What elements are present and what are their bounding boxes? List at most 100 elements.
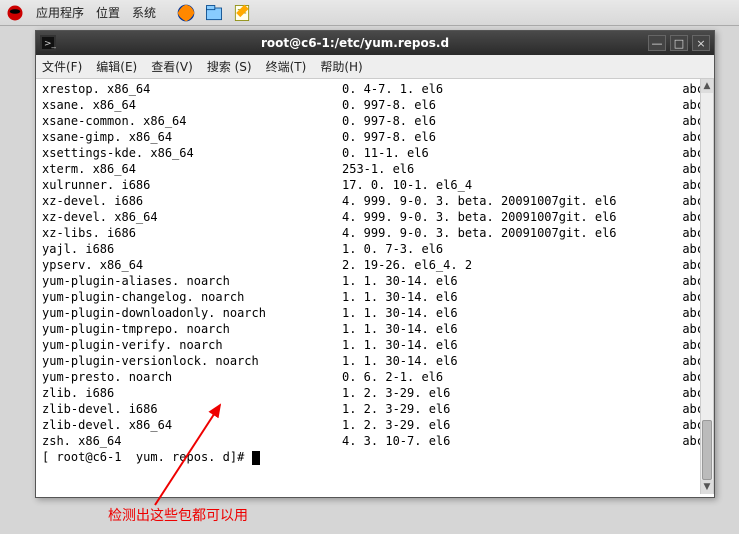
menu-system[interactable]: 系统 bbox=[132, 4, 156, 21]
scroll-thumb[interactable] bbox=[702, 420, 712, 480]
package-version: 0. 997-8. el6 bbox=[342, 129, 682, 145]
package-version: 1. 1. 30-14. el6 bbox=[342, 273, 682, 289]
menu-edit[interactable]: 编辑(E) bbox=[96, 58, 137, 75]
package-version: 0. 4-7. 1. el6 bbox=[342, 81, 682, 97]
menu-terminal[interactable]: 终端(T) bbox=[266, 58, 307, 75]
package-name: zlib-devel. i686 bbox=[42, 401, 342, 417]
package-row: xulrunner. i68617. 0. 10-1. el6_4abc bbox=[42, 177, 708, 193]
package-name: zsh. x86_64 bbox=[42, 433, 342, 449]
menubar: 文件(F) 编辑(E) 查看(V) 搜索 (S) 终端(T) 帮助(H) bbox=[36, 55, 714, 79]
package-name: xz-devel. x86_64 bbox=[42, 209, 342, 225]
package-version: 1. 2. 3-29. el6 bbox=[342, 401, 682, 417]
package-name: ypserv. x86_64 bbox=[42, 257, 342, 273]
package-name: yajl. i686 bbox=[42, 241, 342, 257]
package-name: yum-presto. noarch bbox=[42, 369, 342, 385]
redhat-icon[interactable] bbox=[6, 4, 24, 22]
desktop-panel: 应用程序 位置 系统 bbox=[0, 0, 739, 26]
package-version: 4. 3. 10-7. el6 bbox=[342, 433, 682, 449]
package-row: xz-libs. i6864. 999. 9-0. 3. beta. 20091… bbox=[42, 225, 708, 241]
package-name: yum-plugin-versionlock. noarch bbox=[42, 353, 342, 369]
package-version: 1. 1. 30-14. el6 bbox=[342, 337, 682, 353]
titlebar[interactable]: >_ root@c6-1:/etc/yum.repos.d — □ × bbox=[36, 31, 714, 55]
package-name: yum-plugin-tmprepo. noarch bbox=[42, 321, 342, 337]
cursor bbox=[252, 451, 260, 465]
package-name: yum-plugin-verify. noarch bbox=[42, 337, 342, 353]
package-row: xz-devel. x86_644. 999. 9-0. 3. beta. 20… bbox=[42, 209, 708, 225]
terminal-icon: >_ bbox=[40, 35, 56, 51]
package-row: yum-plugin-verify. noarch1. 1. 30-14. el… bbox=[42, 337, 708, 353]
menu-applications[interactable]: 应用程序 bbox=[36, 4, 84, 21]
package-row: zlib. i6861. 2. 3-29. el6abc bbox=[42, 385, 708, 401]
package-row: yum-plugin-versionlock. noarch1. 1. 30-1… bbox=[42, 353, 708, 369]
scroll-up-button[interactable]: ▲ bbox=[701, 79, 713, 93]
package-version: 1. 2. 3-29. el6 bbox=[342, 385, 682, 401]
prompt-text: [ root@c6-1 yum. repos. d]# bbox=[42, 450, 252, 464]
package-name: xz-libs. i686 bbox=[42, 225, 342, 241]
package-row: zsh. x86_644. 3. 10-7. el6abc bbox=[42, 433, 708, 449]
annotation-text: 检测出这些包都可以用 bbox=[108, 505, 248, 525]
window-title: root@c6-1:/etc/yum.repos.d bbox=[62, 36, 648, 50]
package-name: xrestop. x86_64 bbox=[42, 81, 342, 97]
package-name: yum-plugin-downloadonly. noarch bbox=[42, 305, 342, 321]
package-row: xz-devel. i6864. 999. 9-0. 3. beta. 2009… bbox=[42, 193, 708, 209]
package-version: 253-1. el6 bbox=[342, 161, 682, 177]
firefox-icon[interactable] bbox=[176, 3, 196, 23]
package-name: xz-devel. i686 bbox=[42, 193, 342, 209]
menu-file[interactable]: 文件(F) bbox=[42, 58, 82, 75]
terminal-window: >_ root@c6-1:/etc/yum.repos.d — □ × 文件(F… bbox=[35, 30, 715, 498]
package-name: zlib. i686 bbox=[42, 385, 342, 401]
package-name: xulrunner. i686 bbox=[42, 177, 342, 193]
package-version: 1. 1. 30-14. el6 bbox=[342, 321, 682, 337]
terminal-content[interactable]: xrestop. x86_640. 4-7. 1. el6abcxsane. x… bbox=[36, 79, 714, 497]
package-version: 17. 0. 10-1. el6_4 bbox=[342, 177, 682, 193]
package-row: zlib-devel. x86_641. 2. 3-29. el6abc bbox=[42, 417, 708, 433]
package-row: yum-plugin-downloadonly. noarch1. 1. 30-… bbox=[42, 305, 708, 321]
package-row: xsane. x86_640. 997-8. el6abc bbox=[42, 97, 708, 113]
menu-search[interactable]: 搜索 (S) bbox=[207, 58, 252, 75]
package-version: 0. 997-8. el6 bbox=[342, 97, 682, 113]
package-version: 0. 11-1. el6 bbox=[342, 145, 682, 161]
minimize-button[interactable]: — bbox=[648, 35, 666, 51]
package-version: 4. 999. 9-0. 3. beta. 20091007git. el6 bbox=[342, 193, 682, 209]
package-row: ypserv. x86_642. 19-26. el6_4. 2abc bbox=[42, 257, 708, 273]
package-name: yum-plugin-aliases. noarch bbox=[42, 273, 342, 289]
package-version: 2. 19-26. el6_4. 2 bbox=[342, 257, 682, 273]
package-version: 1. 1. 30-14. el6 bbox=[342, 353, 682, 369]
package-row: xsane-common. x86_640. 997-8. el6abc bbox=[42, 113, 708, 129]
package-row: xrestop. x86_640. 4-7. 1. el6abc bbox=[42, 81, 708, 97]
package-version: 1. 1. 30-14. el6 bbox=[342, 305, 682, 321]
package-name: yum-plugin-changelog. noarch bbox=[42, 289, 342, 305]
package-name: xsettings-kde. x86_64 bbox=[42, 145, 342, 161]
package-name: xsane. x86_64 bbox=[42, 97, 342, 113]
package-version: 0. 6. 2-1. el6 bbox=[342, 369, 682, 385]
svg-text:>_: >_ bbox=[44, 39, 56, 49]
package-row: yum-presto. noarch0. 6. 2-1. el6abc bbox=[42, 369, 708, 385]
package-row: yum-plugin-changelog. noarch1. 1. 30-14.… bbox=[42, 289, 708, 305]
package-name: xsane-common. x86_64 bbox=[42, 113, 342, 129]
scrollbar[interactable]: ▲ ▼ bbox=[700, 79, 714, 494]
package-name: xterm. x86_64 bbox=[42, 161, 342, 177]
package-version: 1. 2. 3-29. el6 bbox=[342, 417, 682, 433]
package-row: yum-plugin-aliases. noarch1. 1. 30-14. e… bbox=[42, 273, 708, 289]
menu-help[interactable]: 帮助(H) bbox=[320, 58, 362, 75]
package-row: yum-plugin-tmprepo. noarch1. 1. 30-14. e… bbox=[42, 321, 708, 337]
menu-view[interactable]: 查看(V) bbox=[151, 58, 193, 75]
maximize-button[interactable]: □ bbox=[670, 35, 688, 51]
menu-places[interactable]: 位置 bbox=[96, 4, 120, 21]
package-version: 0. 997-8. el6 bbox=[342, 113, 682, 129]
file-manager-icon[interactable] bbox=[204, 3, 224, 23]
package-row: xsane-gimp. x86_640. 997-8. el6abc bbox=[42, 129, 708, 145]
package-name: xsane-gimp. x86_64 bbox=[42, 129, 342, 145]
notepad-icon[interactable] bbox=[232, 3, 252, 23]
package-version: 1. 0. 7-3. el6 bbox=[342, 241, 682, 257]
package-row: yajl. i6861. 0. 7-3. el6abc bbox=[42, 241, 708, 257]
prompt-line[interactable]: [ root@c6-1 yum. repos. d]# bbox=[42, 449, 708, 465]
scroll-down-button[interactable]: ▼ bbox=[701, 480, 713, 494]
close-button[interactable]: × bbox=[692, 35, 710, 51]
package-version: 1. 1. 30-14. el6 bbox=[342, 289, 682, 305]
package-name: zlib-devel. x86_64 bbox=[42, 417, 342, 433]
package-version: 4. 999. 9-0. 3. beta. 20091007git. el6 bbox=[342, 225, 682, 241]
package-row: zlib-devel. i6861. 2. 3-29. el6abc bbox=[42, 401, 708, 417]
package-version: 4. 999. 9-0. 3. beta. 20091007git. el6 bbox=[342, 209, 682, 225]
package-row: xsettings-kde. x86_640. 11-1. el6abc bbox=[42, 145, 708, 161]
